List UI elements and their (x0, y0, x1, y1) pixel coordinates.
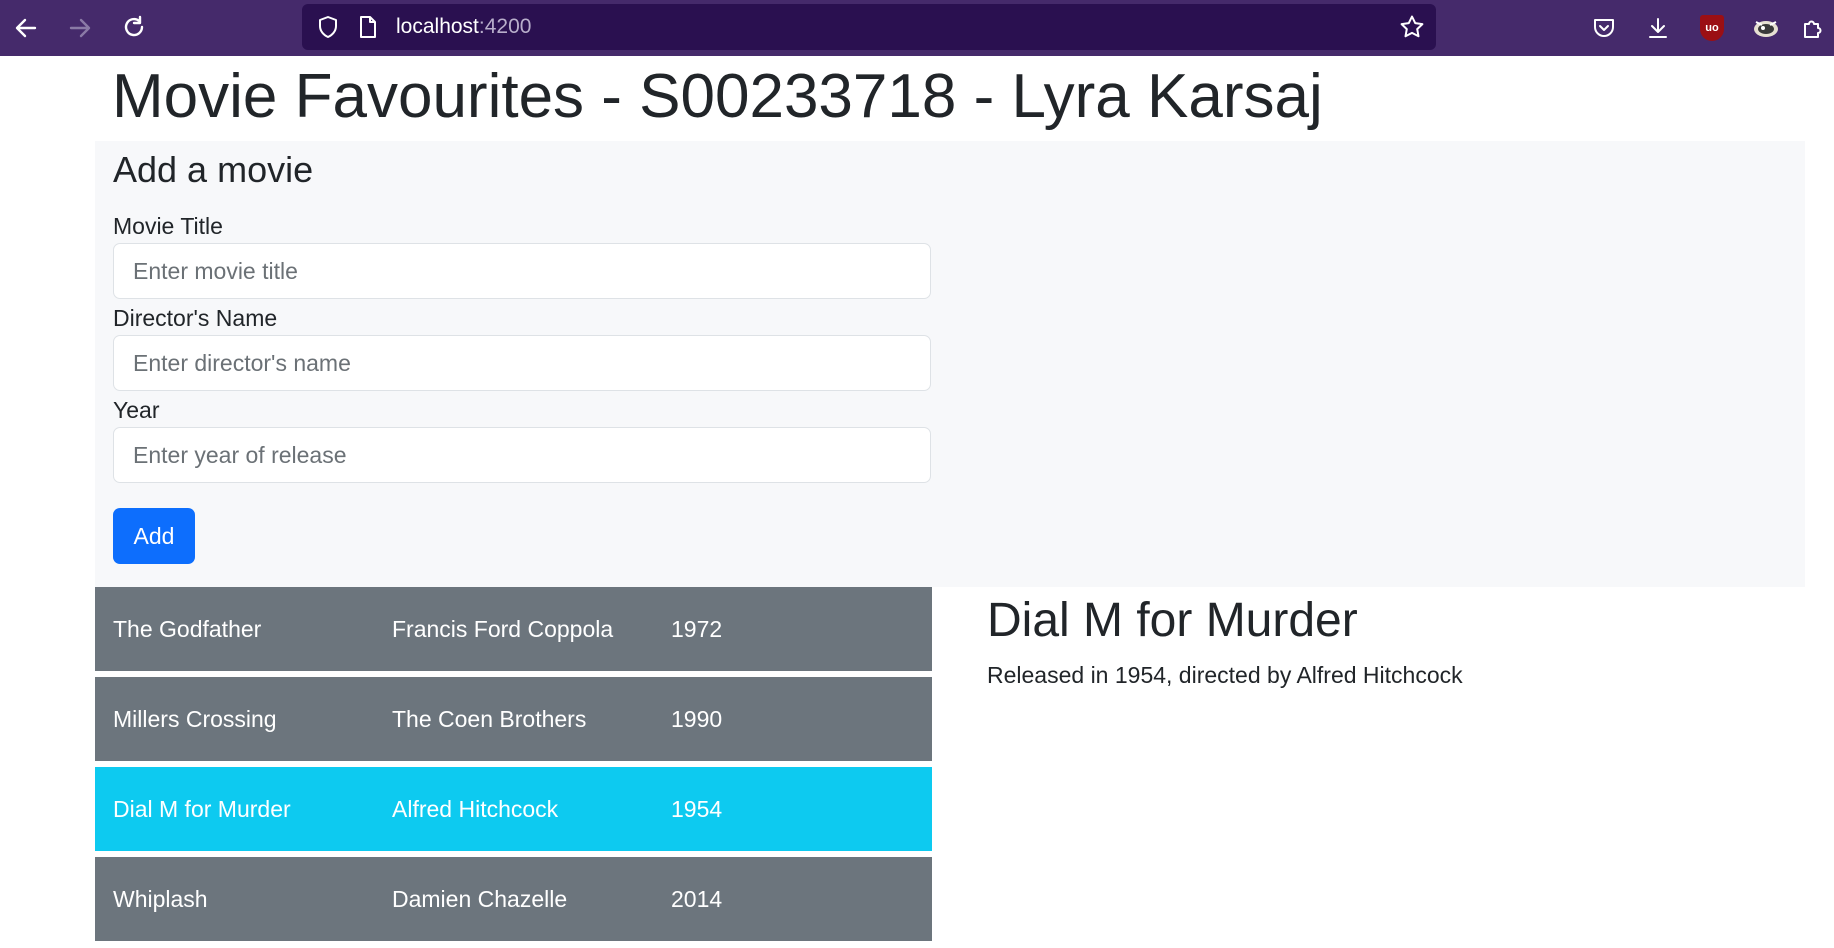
forward-arrow-icon[interactable] (62, 10, 98, 46)
ublock-badge: uo (1700, 15, 1724, 41)
url-text[interactable]: localhost:4200 (396, 4, 531, 50)
movie-title: The Godfather (113, 616, 262, 642)
movie-title: Dial M for Murder (113, 796, 291, 822)
movie-year: 1954 (671, 796, 723, 822)
movie-detail-title: Dial M for Murder (987, 594, 1358, 647)
movie-year: 1972 (671, 616, 723, 642)
movie-row-millers-crossing[interactable]: Millers Crossing The Coen Brothers 1990 (95, 677, 932, 761)
movie-director: Damien Chazelle (392, 886, 568, 912)
movie-detail-description: Released in 1954, directed by Alfred Hit… (987, 662, 1463, 689)
pocket-icon[interactable] (1586, 10, 1622, 46)
movie-row-dial-m-for-murder[interactable]: Dial M for Murder Alfred Hitchcock 1954 (95, 767, 932, 851)
add-movie-panel: Add a movie Movie Title Director's Name … (95, 141, 1805, 587)
extension-icon[interactable] (1748, 10, 1784, 46)
movie-director: Alfred Hitchcock (392, 796, 559, 822)
movie-year: 2014 (671, 886, 723, 912)
add-button[interactable]: Add (113, 508, 195, 564)
url-bar[interactable]: localhost:4200 (302, 4, 1436, 50)
reload-icon[interactable] (116, 10, 152, 46)
movie-director: The Coen Brothers (392, 706, 587, 732)
puzzle-icon[interactable] (1798, 10, 1828, 46)
movie-director: Francis Ford Coppola (392, 616, 614, 642)
add-movie-heading: Add a movie (113, 149, 314, 190)
ublock-icon[interactable]: uo (1694, 10, 1730, 46)
browser-toolbar: localhost:4200 uo (0, 0, 1834, 56)
page-title: Movie Favourites - S00233718 - Lyra Kars… (112, 62, 1323, 131)
released-prefix: Released in (987, 662, 1115, 688)
shield-icon[interactable] (310, 9, 346, 45)
detail-director: Alfred Hitchcock (1296, 662, 1463, 688)
movie-title: Millers Crossing (113, 706, 277, 732)
directed-prefix: , directed by (1166, 662, 1297, 688)
director-name-input[interactable] (113, 335, 931, 391)
detail-year: 1954 (1114, 662, 1167, 688)
page-icon[interactable] (350, 9, 386, 45)
movie-row-the-godfather[interactable]: The Godfather Francis Ford Coppola 1972 (95, 587, 932, 671)
download-icon[interactable] (1640, 10, 1676, 46)
movie-title-input[interactable] (113, 243, 931, 299)
movie-title-label: Movie Title (113, 213, 223, 239)
movie-title: Whiplash (113, 886, 208, 912)
movie-year: 1990 (671, 706, 723, 732)
director-name-label: Director's Name (113, 305, 278, 331)
year-label: Year (113, 397, 160, 423)
movie-row-whiplash[interactable]: Whiplash Damien Chazelle 2014 (95, 857, 932, 941)
year-input[interactable] (113, 427, 931, 483)
back-arrow-icon[interactable] (8, 10, 44, 46)
bookmark-star-icon[interactable] (1394, 9, 1430, 45)
